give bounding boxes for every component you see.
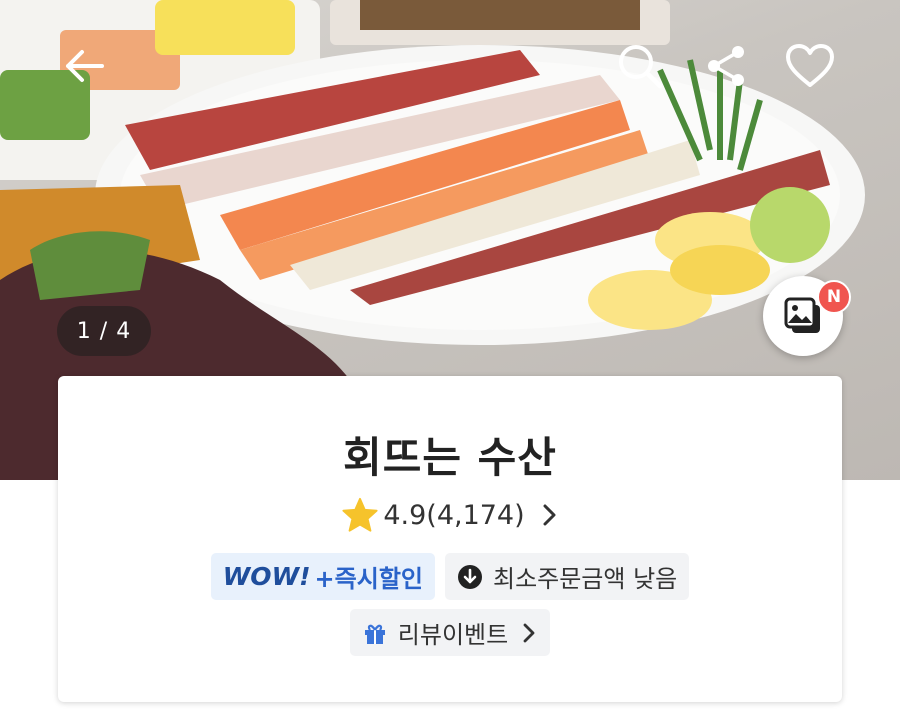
wow-discount-tag[interactable]: WOW! +즉시할인 (210, 553, 435, 600)
wow-discount-label: +즉시할인 (314, 565, 423, 593)
review-event-button[interactable]: 리뷰이벤트 (349, 609, 551, 656)
new-badge: N (817, 280, 851, 314)
store-info-card: 회뜨는 수산 4.9 (4,174) WOW! +즉시할인 최소주문금액 낮음 (58, 376, 842, 702)
chevron-right-icon (543, 504, 556, 526)
review-event-label: 리뷰이벤트 (397, 621, 509, 649)
wow-logo: WOW! (222, 562, 311, 591)
search-icon (619, 45, 663, 89)
heart-icon (786, 44, 834, 87)
rating-value: 4.9 (383, 499, 427, 531)
star-icon (342, 497, 378, 532)
min-order-tag[interactable]: 최소주문금액 낮음 (444, 553, 690, 600)
search-button[interactable] (612, 38, 668, 94)
share-icon (708, 46, 744, 86)
image-pager: 1 / 4 (57, 306, 151, 356)
benefit-tags: WOW! +즉시할인 최소주문금액 낮음 (58, 553, 842, 600)
like-button[interactable] (782, 38, 838, 94)
rating-row[interactable]: 4.9 (4,174) (58, 496, 842, 534)
event-row: 리뷰이벤트 (58, 609, 842, 656)
arrow-left-icon (66, 50, 104, 82)
back-button[interactable] (56, 38, 112, 94)
store-name: 회뜨는 수산 (343, 433, 557, 482)
review-count: (4,174) (426, 499, 525, 531)
down-arrow-circle-icon (457, 564, 483, 590)
gift-icon (362, 620, 388, 646)
share-button[interactable] (698, 38, 754, 94)
chevron-right-icon (520, 622, 538, 644)
min-order-label: 최소주문금액 낮음 (492, 565, 678, 593)
